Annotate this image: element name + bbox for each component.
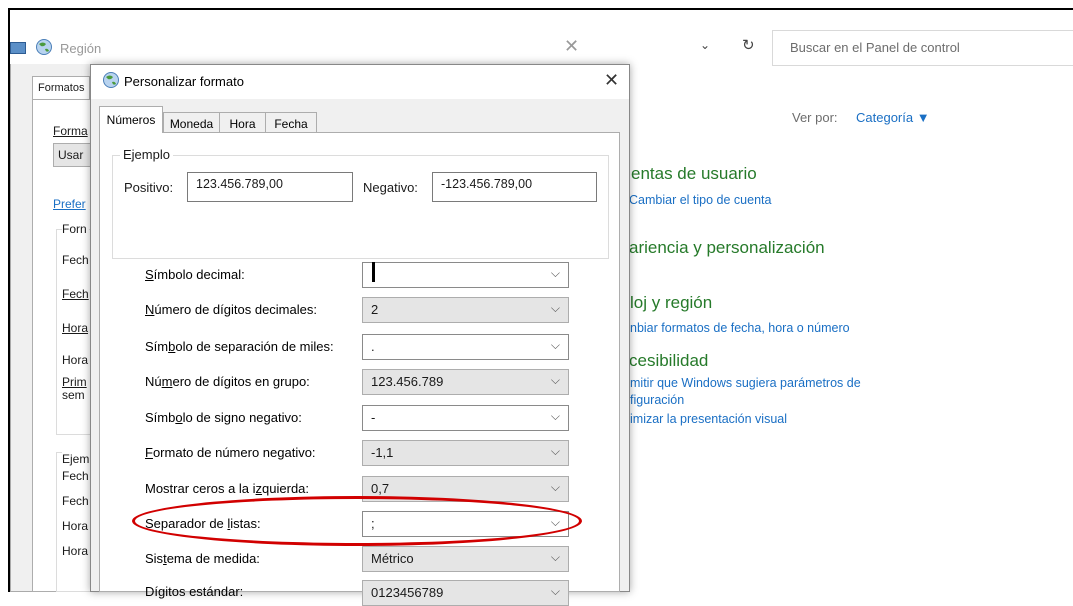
- format-combobox-value: Usar: [58, 148, 84, 162]
- format-label: Forma: [53, 124, 88, 138]
- negative-sign-label: Símbolo de signo negativo:: [145, 410, 302, 425]
- negative-sign-combobox[interactable]: - ⌵: [362, 405, 569, 431]
- measurement-system-combobox[interactable]: Métrico ⌵: [362, 546, 569, 572]
- globe-icon: [102, 71, 120, 92]
- chevron-down-icon: ⌵: [550, 409, 560, 423]
- decimal-digits-label: Número de dígitos decimales:: [145, 302, 317, 317]
- short-date-label: Fech: [62, 253, 89, 267]
- link-change-formats[interactable]: nbiar formatos de fecha, hora o número: [630, 321, 850, 335]
- chevron-down-icon: ⌵: [550, 480, 560, 494]
- dialog-title: Personalizar formato: [124, 74, 244, 89]
- tab-formatos[interactable]: Formatos: [32, 76, 90, 100]
- negative-format-combobox[interactable]: -1,1 ⌵: [362, 440, 569, 466]
- category-clock-region[interactable]: loj y región: [630, 293, 712, 313]
- language-preferences-link[interactable]: Prefer: [53, 197, 86, 211]
- view-by-label: Ver por:: [792, 110, 838, 125]
- positive-example-value: 123.456.789,00: [187, 172, 353, 202]
- negative-format-label: Formato de número negativo:: [145, 445, 316, 460]
- short-time-label: Hora: [62, 321, 89, 335]
- decimal-symbol-combobox[interactable]: ⌵: [362, 262, 569, 288]
- digit-grouping-label: Número de dígitos en grupo:: [145, 374, 310, 389]
- example-long-date: Fech: [62, 494, 89, 508]
- leading-zeros-label: Mostrar ceros a la izquierda:: [145, 481, 310, 496]
- digit-grouping-combobox[interactable]: 123.456.789 ⌵: [362, 369, 569, 395]
- chevron-down-icon: ⌵: [550, 338, 560, 352]
- negative-example-value: -123.456.789,00: [432, 172, 597, 202]
- category-accessibility[interactable]: cesibilidad: [629, 351, 708, 371]
- category-user-accounts[interactable]: entas de usuario: [631, 164, 757, 184]
- first-day-label: Prim: [62, 375, 87, 389]
- region-close-icon[interactable]: ✕: [564, 36, 579, 57]
- positive-label: Positivo:: [124, 180, 174, 195]
- address-dropdown-icon[interactable]: ⌄: [700, 38, 720, 58]
- long-date-label: Fech: [62, 287, 89, 301]
- example-long-time: Hora: [62, 544, 89, 558]
- close-icon[interactable]: ✕: [604, 70, 619, 91]
- chevron-down-icon: ⌵: [550, 266, 560, 280]
- thousands-separator-combobox[interactable]: . ⌵: [362, 334, 569, 360]
- link-optimize-display[interactable]: imizar la presentación visual: [630, 412, 787, 426]
- standard-digits-combobox[interactable]: 0123456789 ⌵: [362, 580, 569, 606]
- link-change-account-type[interactable]: Cambiar el tipo de cuenta: [629, 193, 771, 207]
- region-window-title: Región: [60, 41, 102, 56]
- category-appearance[interactable]: ariencia y personalización: [629, 238, 825, 258]
- chevron-down-icon: ⌵: [550, 444, 560, 458]
- tab-hora[interactable]: Hora: [219, 112, 266, 132]
- first-day-label-cont: sem: [62, 388, 85, 402]
- measurement-system-label: Sistema de medida:: [145, 551, 260, 566]
- example-short-time: Hora: [62, 519, 89, 533]
- tab-fecha[interactable]: Fecha: [265, 112, 317, 132]
- refresh-icon[interactable]: ↻: [742, 36, 762, 58]
- long-time-label: Hora: [62, 353, 89, 367]
- tab-moneda[interactable]: Moneda: [163, 112, 220, 132]
- text-caret: [372, 262, 375, 282]
- example-group-label: Ejemplo: [120, 147, 173, 162]
- search-input[interactable]: Buscar en el Panel de control: [790, 40, 960, 55]
- monitor-icon: [10, 42, 26, 54]
- decimal-digits-combobox[interactable]: 2 ⌵: [362, 297, 569, 323]
- chevron-down-icon: ⌵: [550, 373, 560, 387]
- example-short-date: Fech: [62, 469, 89, 483]
- chevron-down-icon: ⌵: [550, 301, 560, 315]
- chevron-down-icon: ⌵: [550, 550, 560, 564]
- link-let-windows-suggest-cont[interactable]: figuración: [630, 393, 684, 407]
- highlight-annotation: [132, 496, 582, 546]
- examples-group-label: Ejem: [62, 452, 92, 466]
- screenshot-frame-top: [8, 8, 1073, 10]
- view-by-dropdown[interactable]: Categoría ▼: [856, 110, 930, 125]
- decimal-symbol-label: Símbolo decimal:: [145, 267, 245, 282]
- example-group: [112, 155, 609, 259]
- thousands-separator-label: Símbolo de separación de miles:: [145, 339, 334, 354]
- globe-icon: [35, 38, 53, 59]
- tab-numeros[interactable]: Números: [99, 106, 163, 133]
- negative-label: Negativo:: [363, 180, 418, 195]
- link-let-windows-suggest[interactable]: mitir que Windows sugiera parámetros de: [630, 376, 861, 390]
- formats-group-label: Forn: [62, 222, 89, 236]
